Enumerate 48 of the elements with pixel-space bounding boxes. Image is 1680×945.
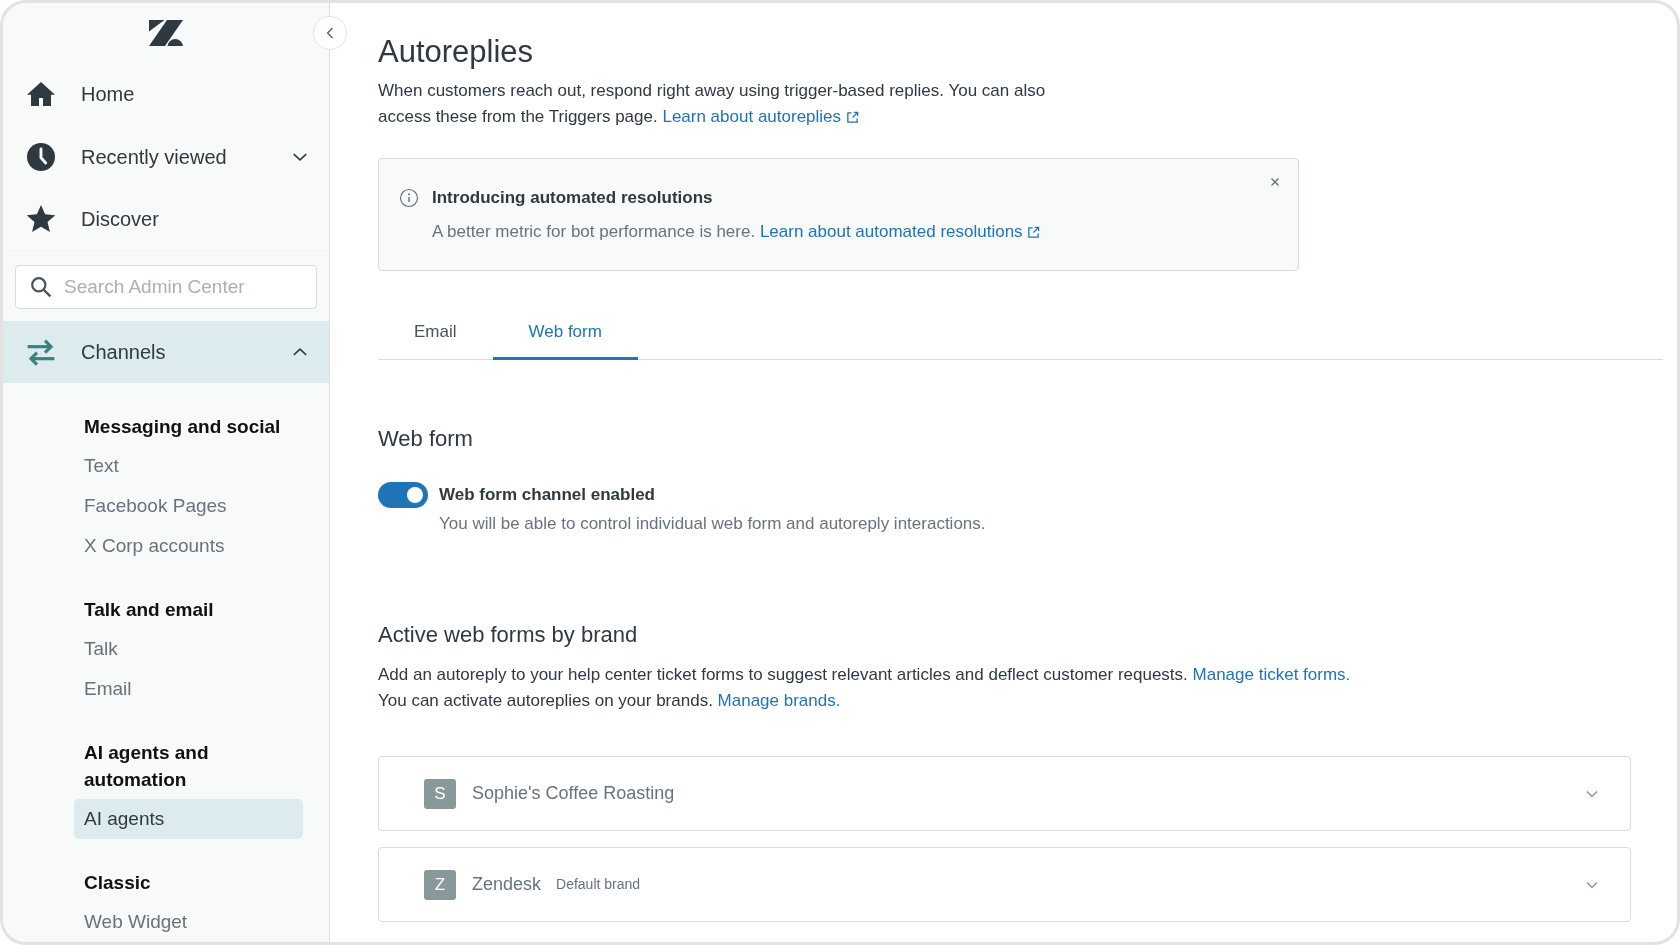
- page-title: Autoreplies: [378, 33, 535, 71]
- brand-row[interactable]: S Sophie's Coffee Roasting: [378, 756, 1631, 832]
- chevron-left-icon: [325, 26, 335, 40]
- external-link-icon: [845, 111, 859, 125]
- nav-subitem[interactable]: AI agents: [74, 799, 303, 840]
- nav-subitem[interactable]: Facebook Pages: [74, 486, 303, 527]
- brand-name: Zendesk: [472, 873, 542, 897]
- tab[interactable]: Email: [378, 319, 493, 360]
- nav-subitem[interactable]: X Corp accounts: [74, 526, 303, 567]
- nav-subitem[interactable]: Talk: [74, 629, 303, 670]
- toggle-description: You will be able to control individual web form and autoreply interactions.: [439, 512, 986, 535]
- notice-title: Introducing automated resolutions: [432, 187, 713, 210]
- manage-link[interactable]: Manage ticket forms.: [1192, 665, 1351, 685]
- nav-item[interactable]: Channels: [3, 320, 329, 384]
- section-heading: Web form: [378, 425, 474, 453]
- toggle-switch[interactable]: [378, 482, 428, 509]
- clock-icon: [25, 140, 57, 173]
- search-icon: [30, 275, 52, 298]
- page-description: When customers reach out, respond right away using trigger-based replies. You can also access these from the Triggers page. Learn about autoreplies: [378, 80, 1046, 129]
- group-heading: AI agents and automation: [83, 741, 210, 793]
- toggle-label: Web form channel enabled: [439, 484, 656, 507]
- tab[interactable]: Web form: [492, 319, 638, 360]
- manage-link[interactable]: Manage brands.: [717, 691, 841, 711]
- section-description: You can activate autoreplies on your brands. Manage brands.: [378, 690, 842, 713]
- close-icon: [1270, 177, 1280, 188]
- group-heading: Messaging and social: [83, 415, 282, 440]
- brand-row[interactable]: Z Zendesk Default brand: [378, 847, 1631, 923]
- info-icon: [399, 187, 419, 208]
- notice-text: A better metric for bot performance is here. Learn about automated resolutions: [432, 218, 1276, 245]
- nav-item[interactable]: Discover: [3, 187, 329, 250]
- nav-item[interactable]: Home: [3, 63, 329, 126]
- external-link-icon: [1027, 225, 1041, 239]
- group-heading: Talk and email: [83, 598, 215, 623]
- nav-subitem[interactable]: Web Widget: [74, 902, 303, 942]
- brand-name: Sophie's Coffee Roasting: [472, 782, 675, 806]
- logo: [149, 20, 183, 47]
- learn-more-link[interactable]: Learn about autoreplies: [662, 107, 859, 127]
- group-heading: Classic: [83, 871, 152, 896]
- brand-avatar: S: [424, 778, 456, 809]
- brand-tag: Default brand: [556, 874, 641, 896]
- nav-subitem[interactable]: Text: [74, 446, 303, 487]
- search-field[interactable]: Search Admin Center: [15, 264, 317, 309]
- nav-subitem[interactable]: Email: [74, 669, 303, 710]
- section-description: Add an autoreply to your help center ticket forms to suggest relevant articles and deflect customer requests. Manage ticket forms.: [378, 664, 1352, 687]
- section-heading: Active web forms by brand: [378, 622, 639, 649]
- brand-avatar: Z: [424, 869, 456, 900]
- nav-item[interactable]: Recently viewed: [3, 125, 329, 188]
- learn-more-link[interactable]: Learn about automated resolutions: [759, 221, 1041, 241]
